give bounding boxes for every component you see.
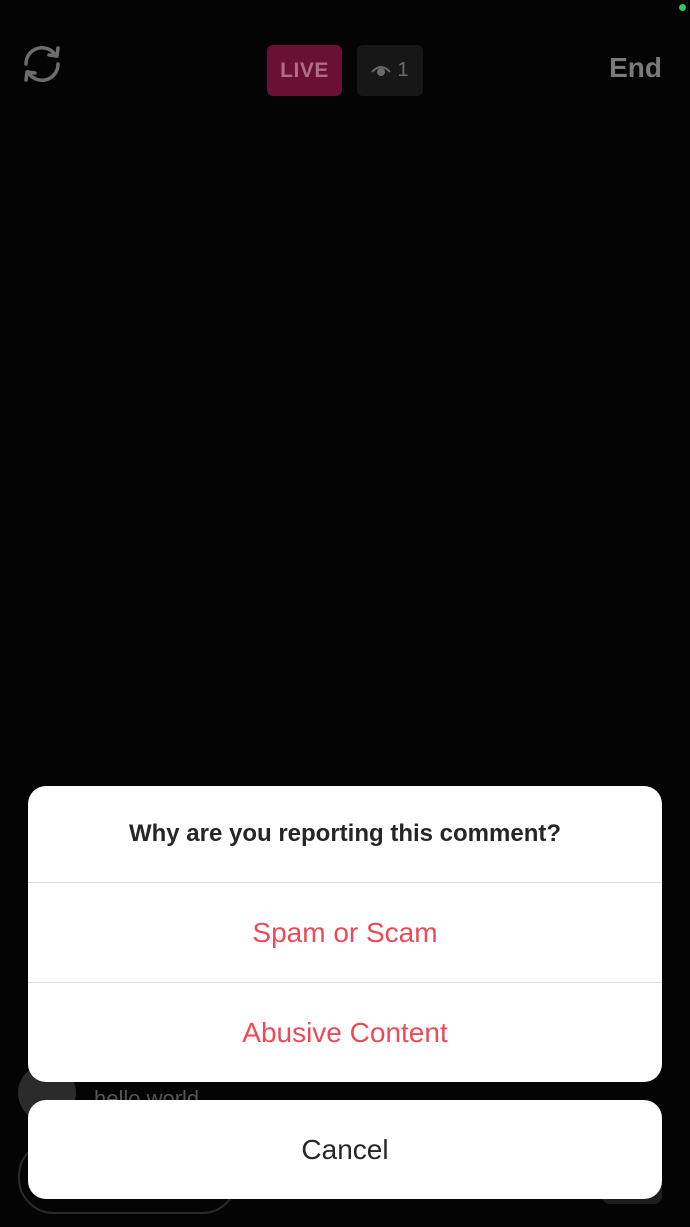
live-broadcast-screen: LIVE 1 End hello world Why are you repor… [0, 0, 690, 1227]
recording-indicator [679, 4, 686, 11]
eye-icon [371, 65, 392, 76]
end-button[interactable]: End [609, 52, 662, 84]
sheet-title: Why are you reporting this comment? [28, 786, 662, 883]
report-action-sheet: Why are you reporting this comment? Spam… [28, 786, 662, 1082]
cancel-button[interactable]: Cancel [28, 1100, 662, 1199]
cancel-group: Cancel [28, 1100, 662, 1199]
viewer-count-badge[interactable]: 1 [357, 45, 423, 96]
abusive-content-option[interactable]: Abusive Content [28, 982, 662, 1082]
viewer-count: 1 [397, 59, 409, 81]
switch-camera-button[interactable] [16, 38, 68, 90]
live-badge: LIVE [267, 45, 342, 96]
switch-camera-icon [24, 46, 60, 82]
spam-or-scam-option[interactable]: Spam or Scam [28, 883, 662, 982]
live-label: LIVE [280, 58, 329, 82]
